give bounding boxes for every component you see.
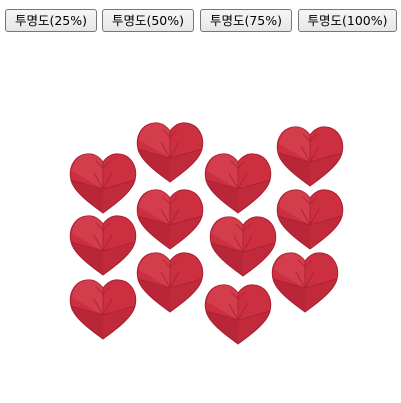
heart-image bbox=[203, 151, 273, 215]
heart-image bbox=[275, 187, 345, 251]
opacity-25-button[interactable]: 투명도(25%) bbox=[5, 9, 97, 32]
opacity-toolbar: 투명도(25%) 투명도(50%) 투명도(75%) 투명도(100%) bbox=[5, 9, 397, 33]
heart-image bbox=[68, 277, 138, 341]
heart-image bbox=[68, 213, 138, 277]
heart-image bbox=[275, 124, 345, 188]
heart-image bbox=[135, 250, 205, 314]
hearts-canvas bbox=[0, 40, 401, 403]
opacity-50-button[interactable]: 투명도(50%) bbox=[102, 9, 194, 32]
heart-image bbox=[68, 151, 138, 215]
opacity-75-button[interactable]: 투명도(75%) bbox=[200, 9, 292, 32]
heart-image bbox=[270, 250, 340, 314]
heart-image bbox=[203, 282, 273, 346]
heart-image bbox=[208, 214, 278, 278]
heart-image bbox=[135, 120, 205, 184]
opacity-100-button[interactable]: 투명도(100%) bbox=[298, 9, 397, 32]
heart-image bbox=[135, 187, 205, 251]
